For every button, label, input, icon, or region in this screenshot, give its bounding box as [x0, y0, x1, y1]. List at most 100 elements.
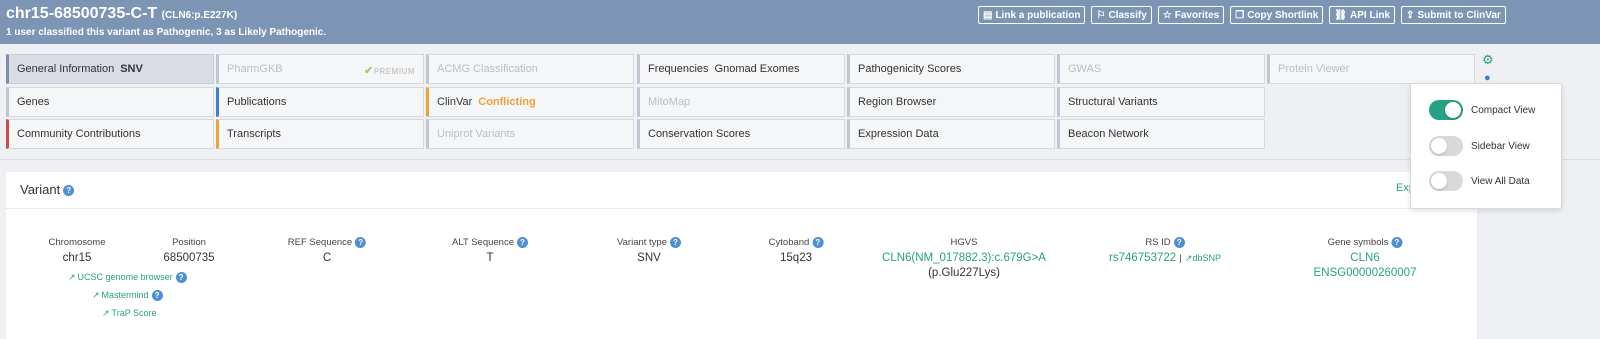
nav-uniprot-variants[interactable]: Uniprot Variants — [426, 119, 634, 149]
upload-icon: ⇪ — [1406, 9, 1415, 21]
dbsnp-link[interactable]: ↗dbSNP — [1185, 253, 1221, 263]
nav-pathogenicity-scores[interactable]: Pathogenicity Scores — [847, 54, 1055, 84]
hgvs-field: HGVS CLN6(NM_017882.3):c.679G>A (p.Glu22… — [882, 237, 1046, 279]
help-icon[interactable]: ? — [1391, 237, 1403, 248]
help-icon[interactable]: ? — [812, 237, 824, 248]
nav-label: Uniprot Variants — [437, 128, 516, 140]
nav-label: MitoMap — [648, 96, 691, 108]
nav-label: Structural Variants — [1068, 96, 1158, 108]
variant-heading: Variant — [20, 182, 61, 197]
copy-icon: ❐ — [1235, 9, 1245, 21]
nav-mitomap[interactable]: MitoMap — [637, 87, 845, 117]
classify-label: Classify — [1108, 9, 1147, 21]
help-icon[interactable]: ? — [516, 237, 528, 248]
star-icon: ☆ — [1162, 9, 1172, 21]
nav-protein-viewer[interactable]: Protein Viewer — [1267, 54, 1475, 84]
nav-expression-data[interactable]: Expression Data — [847, 119, 1055, 149]
alt-sequence-header: ALT Sequence? — [452, 237, 528, 251]
variant-type-label: Variant type — [617, 237, 667, 249]
nav-transcripts[interactable]: Transcripts — [216, 119, 424, 149]
position-field: Position 68500735 — [163, 237, 214, 264]
external-link-icon: ↗ — [102, 308, 110, 318]
divider — [6, 208, 1477, 209]
view-all-data-label: View All Data — [1471, 175, 1530, 187]
sidebar-view-toggle[interactable] — [1429, 136, 1463, 156]
nav-structural-variants[interactable]: Structural Variants — [1057, 87, 1265, 117]
rsid-header: RS ID? — [1109, 237, 1221, 251]
hgvs-protein-value: (p.Glu227Lys) — [928, 267, 1000, 279]
nav-label: Conservation Scores — [648, 128, 751, 140]
chromosome-label: Chromosome — [48, 237, 106, 248]
sidebar-view-option[interactable]: Sidebar View — [1429, 136, 1530, 156]
help-icon[interactable]: ? — [175, 272, 187, 284]
nav-label: Genes — [17, 96, 50, 108]
compact-view-option[interactable]: Compact View — [1429, 100, 1535, 120]
nav-clinvar[interactable]: ClinVar Conflicting — [426, 87, 634, 117]
help-icon[interactable]: ? — [355, 237, 367, 248]
nav-label: Beacon Network — [1068, 128, 1149, 140]
position-label: Position — [172, 237, 206, 248]
nav-genes[interactable]: Genes — [6, 87, 214, 117]
nav-pharmgkb[interactable]: PharmGKB ✔PREMIUM — [216, 54, 424, 84]
toggle-knob — [1431, 173, 1447, 189]
ucsc-browser-link[interactable]: ↗ UCSC genome browser? — [68, 272, 187, 284]
ref-sequence-header: REF Sequence? — [287, 237, 367, 251]
nav-publications[interactable]: Publications — [216, 87, 424, 117]
ref-sequence-field: REF Sequence? C — [287, 237, 367, 264]
nav-community-contributions[interactable]: Community Contributions — [6, 119, 214, 149]
link-publication-button[interactable]: ▤ Link a publication — [978, 6, 1086, 24]
submit-clinvar-label: Submit to ClinVar — [1417, 9, 1501, 21]
help-icon[interactable]: ? — [151, 290, 163, 302]
trap-score-link[interactable]: ↗ TraP Score — [102, 308, 157, 319]
nav-value: Conflicting — [478, 96, 536, 108]
api-link-button[interactable]: ⛓ API Link — [1329, 6, 1396, 24]
ref-sequence-value: C — [322, 252, 332, 264]
toggle-knob — [1445, 102, 1461, 118]
compact-view-toggle[interactable] — [1429, 100, 1463, 120]
nav-conservation-scores[interactable]: Conservation Scores — [637, 119, 845, 149]
mastermind-link[interactable]: ↗ Mastermind? — [92, 290, 163, 302]
nav-gwas[interactable]: GWAS — [1057, 54, 1265, 84]
help-icon[interactable]: ? — [670, 237, 681, 248]
nav-label: Transcripts — [227, 128, 281, 140]
copy-shortlink-label: Copy Shortlink — [1247, 9, 1319, 21]
variant-title: chr15-68500735-C-T (CLN6:p.E227K) — [6, 5, 237, 23]
view-all-data-toggle[interactable] — [1429, 171, 1463, 191]
premium-label: PREMIUM — [373, 67, 415, 76]
section-nav: General Information SNV PharmGKB ✔PREMIU… — [0, 44, 1600, 160]
position-value: 68500735 — [163, 252, 215, 264]
classify-button[interactable]: ⚐ Classify — [1091, 6, 1152, 24]
variant-section-title: Variant? — [20, 182, 75, 197]
external-link-icon: ↗ — [92, 290, 100, 300]
help-icon[interactable]: ? — [63, 185, 75, 197]
cytoband-value: 15q23 — [780, 252, 812, 264]
nav-beacon-network[interactable]: Beacon Network — [1057, 119, 1265, 149]
view-options-popover: Compact View Sidebar View View All Data — [1410, 83, 1562, 209]
nav-frequencies[interactable]: Frequencies Gnomad Exomes — [637, 54, 845, 84]
rsid-link[interactable]: rs746753722 — [1109, 252, 1176, 264]
nav-label: General Information — [17, 63, 115, 75]
premium-badge: ✔PREMIUM — [364, 64, 415, 77]
nav-acmg-classification[interactable]: ACMG Classification — [426, 54, 634, 84]
nav-label: ACMG Classification — [437, 63, 538, 75]
ensembl-id-link[interactable]: ENSG00000260007 — [1314, 267, 1417, 279]
alt-sequence-field: ALT Sequence? T — [452, 237, 528, 264]
hgvs-value-link[interactable]: CLN6(NM_017882.3):c.679G>A — [882, 252, 1046, 264]
sidebar-view-label: Sidebar View — [1471, 140, 1530, 152]
dbsnp-label: dbSNP — [1192, 253, 1221, 263]
check-icon: ✔ — [364, 65, 374, 77]
ref-sequence-label: REF Sequence — [287, 237, 353, 249]
copy-shortlink-button[interactable]: ❐ Copy Shortlink — [1230, 6, 1324, 24]
view-all-data-option[interactable]: View All Data — [1429, 171, 1530, 191]
cytoband-header: Cytoband? — [769, 237, 824, 251]
nav-general-information[interactable]: General Information SNV — [6, 54, 214, 84]
favorites-button[interactable]: ☆ Favorites — [1157, 6, 1225, 24]
variant-header: chr15-68500735-C-T (CLN6:p.E227K) 1 user… — [0, 0, 1600, 44]
submit-clinvar-button[interactable]: ⇪ Submit to ClinVar — [1401, 6, 1506, 24]
help-icon[interactable]: ? — [1173, 237, 1185, 248]
gear-icon[interactable]: ⚙ — [1482, 52, 1494, 68]
variant-panel: Variant? Exp Chromosome chr15 Position 6… — [6, 172, 1477, 339]
nav-region-browser[interactable]: Region Browser — [847, 87, 1055, 117]
gene-symbol-link[interactable]: CLN6 — [1314, 252, 1417, 264]
link-icon: ⛓ — [1334, 9, 1348, 21]
